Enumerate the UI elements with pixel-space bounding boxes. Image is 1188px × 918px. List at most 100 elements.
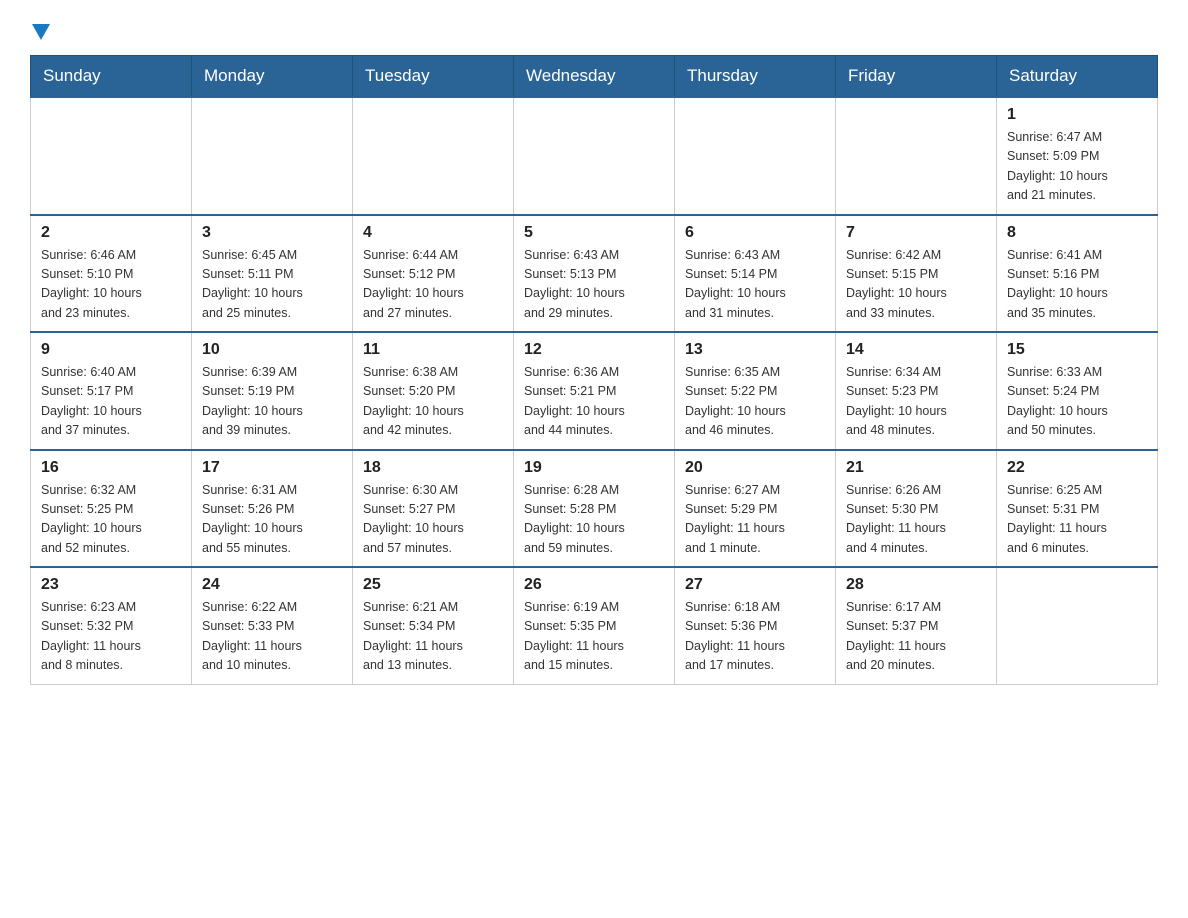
day-number: 16 bbox=[41, 459, 181, 477]
weekday-header-wednesday: Wednesday bbox=[514, 56, 675, 98]
day-number: 26 bbox=[524, 576, 664, 594]
day-info: Sunrise: 6:21 AM Sunset: 5:34 PM Dayligh… bbox=[363, 598, 503, 676]
calendar-cell: 26 Sunrise: 6:19 AM Sunset: 5:35 PM Dayli… bbox=[514, 567, 675, 684]
weekday-header-saturday: Saturday bbox=[997, 56, 1158, 98]
day-info: Sunrise: 6:34 AM Sunset: 5:23 PM Dayligh… bbox=[846, 363, 986, 441]
calendar-week-2: 9 Sunrise: 6:40 AM Sunset: 5:17 PM Daylig… bbox=[31, 332, 1158, 450]
calendar-cell: 17 Sunrise: 6:31 AM Sunset: 5:26 PM Dayli… bbox=[192, 450, 353, 568]
day-info: Sunrise: 6:41 AM Sunset: 5:16 PM Dayligh… bbox=[1007, 246, 1147, 324]
calendar-cell: 18 Sunrise: 6:30 AM Sunset: 5:27 PM Dayli… bbox=[353, 450, 514, 568]
calendar-cell: 20 Sunrise: 6:27 AM Sunset: 5:29 PM Dayli… bbox=[675, 450, 836, 568]
day-info: Sunrise: 6:39 AM Sunset: 5:19 PM Dayligh… bbox=[202, 363, 342, 441]
calendar-cell bbox=[514, 97, 675, 215]
day-info: Sunrise: 6:18 AM Sunset: 5:36 PM Dayligh… bbox=[685, 598, 825, 676]
day-number: 28 bbox=[846, 576, 986, 594]
calendar-cell: 21Sunrise: 6:26 AM Sunset: 5:30 PM Dayli… bbox=[836, 450, 997, 568]
day-number: 23 bbox=[41, 576, 181, 594]
page-header bbox=[30, 20, 1158, 45]
calendar-cell bbox=[31, 97, 192, 215]
day-info: Sunrise: 6:32 AM Sunset: 5:25 PM Dayligh… bbox=[41, 481, 181, 559]
day-info: Sunrise: 6:36 AM Sunset: 5:21 PM Dayligh… bbox=[524, 363, 664, 441]
day-number: 18 bbox=[363, 459, 503, 477]
calendar-cell: 22 Sunrise: 6:25 AM Sunset: 5:31 PM Dayli… bbox=[997, 450, 1158, 568]
calendar-cell: 3 Sunrise: 6:45 AM Sunset: 5:11 PM Daylig… bbox=[192, 215, 353, 333]
day-number: 1 bbox=[1007, 106, 1147, 124]
calendar-cell: 8 Sunrise: 6:41 AM Sunset: 5:16 PM Daylig… bbox=[997, 215, 1158, 333]
calendar-week-1: 2Sunrise: 6:46 AM Sunset: 5:10 PM Daylig… bbox=[31, 215, 1158, 333]
calendar-week-4: 23 Sunrise: 6:23 AM Sunset: 5:32 PM Dayli… bbox=[31, 567, 1158, 684]
calendar-week-3: 16 Sunrise: 6:32 AM Sunset: 5:25 PM Dayli… bbox=[31, 450, 1158, 568]
day-number: 7 bbox=[846, 224, 986, 242]
calendar-cell: 2Sunrise: 6:46 AM Sunset: 5:10 PM Daylig… bbox=[31, 215, 192, 333]
day-info: Sunrise: 6:44 AM Sunset: 5:12 PM Dayligh… bbox=[363, 246, 503, 324]
day-number: 10 bbox=[202, 341, 342, 359]
logo bbox=[30, 20, 50, 45]
day-info: Sunrise: 6:31 AM Sunset: 5:26 PM Dayligh… bbox=[202, 481, 342, 559]
day-info: Sunrise: 6:43 AM Sunset: 5:13 PM Dayligh… bbox=[524, 246, 664, 324]
calendar-cell: 5Sunrise: 6:43 AM Sunset: 5:13 PM Daylig… bbox=[514, 215, 675, 333]
calendar-cell: 11 Sunrise: 6:38 AM Sunset: 5:20 PM Dayli… bbox=[353, 332, 514, 450]
day-info: Sunrise: 6:40 AM Sunset: 5:17 PM Dayligh… bbox=[41, 363, 181, 441]
calendar-cell bbox=[192, 97, 353, 215]
logo-triangle-icon bbox=[32, 24, 50, 45]
calendar-cell: 14 Sunrise: 6:34 AM Sunset: 5:23 PM Dayli… bbox=[836, 332, 997, 450]
day-info: Sunrise: 6:45 AM Sunset: 5:11 PM Dayligh… bbox=[202, 246, 342, 324]
calendar-cell: 7 Sunrise: 6:42 AM Sunset: 5:15 PM Daylig… bbox=[836, 215, 997, 333]
day-info: Sunrise: 6:27 AM Sunset: 5:29 PM Dayligh… bbox=[685, 481, 825, 559]
calendar-cell bbox=[997, 567, 1158, 684]
calendar-table: SundayMondayTuesdayWednesdayThursdayFrid… bbox=[30, 55, 1158, 685]
day-info: Sunrise: 6:22 AM Sunset: 5:33 PM Dayligh… bbox=[202, 598, 342, 676]
day-info: Sunrise: 6:33 AM Sunset: 5:24 PM Dayligh… bbox=[1007, 363, 1147, 441]
day-number: 14 bbox=[846, 341, 986, 359]
calendar-cell: 15 Sunrise: 6:33 AM Sunset: 5:24 PM Dayli… bbox=[997, 332, 1158, 450]
calendar-cell: 27 Sunrise: 6:18 AM Sunset: 5:36 PM Dayli… bbox=[675, 567, 836, 684]
calendar-cell: 24Sunrise: 6:22 AM Sunset: 5:33 PM Dayli… bbox=[192, 567, 353, 684]
day-number: 11 bbox=[363, 341, 503, 359]
day-info: Sunrise: 6:35 AM Sunset: 5:22 PM Dayligh… bbox=[685, 363, 825, 441]
day-number: 9 bbox=[41, 341, 181, 359]
calendar-cell: 16 Sunrise: 6:32 AM Sunset: 5:25 PM Dayli… bbox=[31, 450, 192, 568]
day-number: 3 bbox=[202, 224, 342, 242]
calendar-cell: 6 Sunrise: 6:43 AM Sunset: 5:14 PM Daylig… bbox=[675, 215, 836, 333]
calendar-cell: 25 Sunrise: 6:21 AM Sunset: 5:34 PM Dayli… bbox=[353, 567, 514, 684]
day-info: Sunrise: 6:25 AM Sunset: 5:31 PM Dayligh… bbox=[1007, 481, 1147, 559]
day-number: 4 bbox=[363, 224, 503, 242]
day-number: 17 bbox=[202, 459, 342, 477]
day-number: 15 bbox=[1007, 341, 1147, 359]
day-number: 20 bbox=[685, 459, 825, 477]
calendar-cell: 12 Sunrise: 6:36 AM Sunset: 5:21 PM Dayli… bbox=[514, 332, 675, 450]
day-info: Sunrise: 6:17 AM Sunset: 5:37 PM Dayligh… bbox=[846, 598, 986, 676]
calendar-cell: 28 Sunrise: 6:17 AM Sunset: 5:37 PM Dayli… bbox=[836, 567, 997, 684]
day-number: 19 bbox=[524, 459, 664, 477]
day-info: Sunrise: 6:43 AM Sunset: 5:14 PM Dayligh… bbox=[685, 246, 825, 324]
calendar-cell bbox=[836, 97, 997, 215]
calendar-cell bbox=[675, 97, 836, 215]
day-number: 27 bbox=[685, 576, 825, 594]
day-info: Sunrise: 6:47 AM Sunset: 5:09 PM Dayligh… bbox=[1007, 128, 1147, 206]
calendar-cell: 13Sunrise: 6:35 AM Sunset: 5:22 PM Dayli… bbox=[675, 332, 836, 450]
weekday-header-tuesday: Tuesday bbox=[353, 56, 514, 98]
calendar-cell bbox=[353, 97, 514, 215]
calendar-cell: 19 Sunrise: 6:28 AM Sunset: 5:28 PM Dayli… bbox=[514, 450, 675, 568]
day-number: 12 bbox=[524, 341, 664, 359]
day-info: Sunrise: 6:30 AM Sunset: 5:27 PM Dayligh… bbox=[363, 481, 503, 559]
day-number: 25 bbox=[363, 576, 503, 594]
day-number: 8 bbox=[1007, 224, 1147, 242]
day-number: 6 bbox=[685, 224, 825, 242]
calendar-cell: 23 Sunrise: 6:23 AM Sunset: 5:32 PM Dayli… bbox=[31, 567, 192, 684]
day-number: 2 bbox=[41, 224, 181, 242]
day-info: Sunrise: 6:23 AM Sunset: 5:32 PM Dayligh… bbox=[41, 598, 181, 676]
weekday-header-friday: Friday bbox=[836, 56, 997, 98]
calendar-cell: 1 Sunrise: 6:47 AM Sunset: 5:09 PM Daylig… bbox=[997, 97, 1158, 215]
calendar-week-0: 1 Sunrise: 6:47 AM Sunset: 5:09 PM Daylig… bbox=[31, 97, 1158, 215]
day-info: Sunrise: 6:19 AM Sunset: 5:35 PM Dayligh… bbox=[524, 598, 664, 676]
calendar-cell: 9 Sunrise: 6:40 AM Sunset: 5:17 PM Daylig… bbox=[31, 332, 192, 450]
weekday-header-monday: Monday bbox=[192, 56, 353, 98]
day-info: Sunrise: 6:42 AM Sunset: 5:15 PM Dayligh… bbox=[846, 246, 986, 324]
day-info: Sunrise: 6:38 AM Sunset: 5:20 PM Dayligh… bbox=[363, 363, 503, 441]
day-number: 22 bbox=[1007, 459, 1147, 477]
calendar-cell: 10 Sunrise: 6:39 AM Sunset: 5:19 PM Dayli… bbox=[192, 332, 353, 450]
weekday-header-thursday: Thursday bbox=[675, 56, 836, 98]
calendar-cell: 4 Sunrise: 6:44 AM Sunset: 5:12 PM Daylig… bbox=[353, 215, 514, 333]
day-info: Sunrise: 6:28 AM Sunset: 5:28 PM Dayligh… bbox=[524, 481, 664, 559]
